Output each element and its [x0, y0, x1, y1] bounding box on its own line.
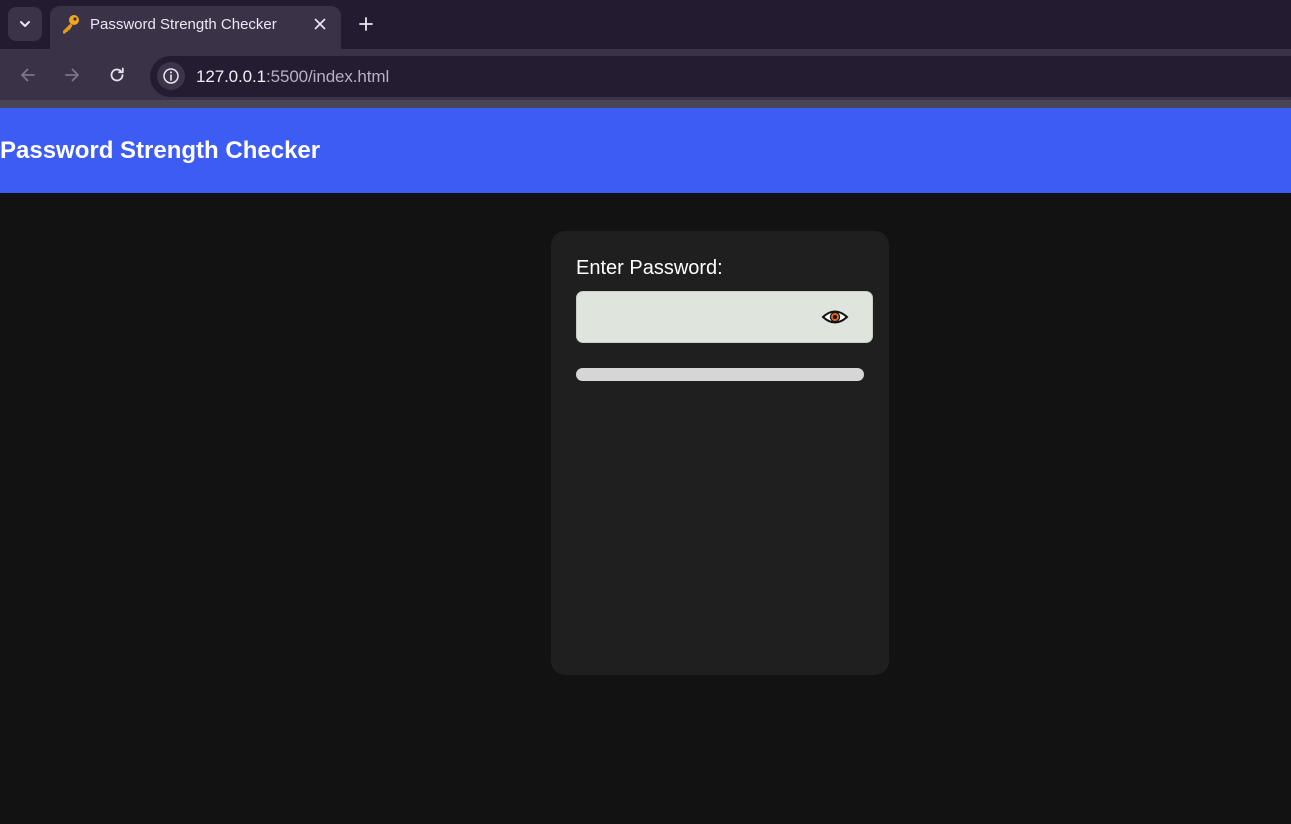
reload-button[interactable]	[102, 60, 132, 90]
plus-icon	[359, 17, 373, 31]
site-info-button[interactable]	[157, 62, 185, 90]
reload-icon	[110, 67, 124, 82]
url-text[interactable]: 127.0.0.1:5500/index.html	[196, 67, 389, 87]
browser-tabstrip: Password Strength Checker	[0, 0, 1291, 49]
strength-meter	[576, 368, 864, 381]
forward-button[interactable]	[57, 60, 87, 90]
password-label: Enter Password:	[576, 257, 723, 279]
page-header: Password Strength Checker	[0, 108, 1291, 193]
browser-tab-active[interactable]: Password Strength Checker	[50, 6, 341, 49]
chevron-down-icon	[20, 21, 30, 27]
tab-title: Password Strength Checker	[90, 16, 277, 33]
page-title: Password Strength Checker	[0, 137, 321, 164]
tab-search-button[interactable]	[8, 7, 42, 41]
back-button[interactable]	[13, 60, 43, 90]
arrow-right-icon	[65, 68, 79, 82]
browser-toolbar: 127.0.0.1:5500/index.html	[0, 49, 1291, 100]
info-icon	[163, 68, 179, 84]
password-card: Enter Password:	[551, 231, 889, 675]
address-bar[interactable]: 127.0.0.1:5500/index.html	[150, 56, 1291, 97]
new-tab-button[interactable]	[354, 12, 378, 36]
close-icon[interactable]	[311, 15, 329, 33]
eye-icon[interactable]	[821, 307, 849, 327]
arrow-left-icon	[21, 68, 35, 82]
toolbar-divider	[0, 100, 1291, 108]
url-host: 127.0.0.1	[196, 67, 266, 86]
url-path: :5500/index.html	[266, 67, 390, 86]
key-icon	[59, 13, 81, 35]
